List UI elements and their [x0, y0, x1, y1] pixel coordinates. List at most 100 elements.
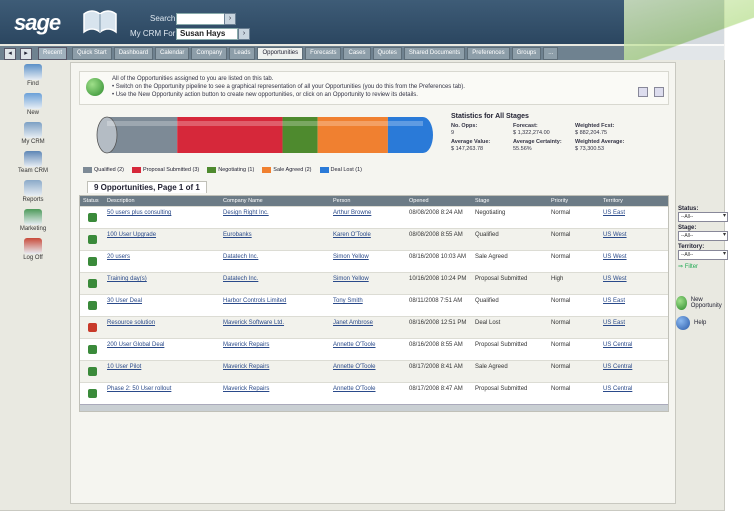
desc-cell[interactable]: Resource solution: [104, 317, 220, 338]
desc-cell[interactable]: 200 User Global Deal: [104, 339, 220, 360]
table-row[interactable]: Phase 2: 50 User rollout Maverick Repairs…: [80, 382, 668, 404]
new-opportunity-button[interactable]: New Opportunity: [676, 296, 725, 310]
column-header-territory[interactable]: Territory: [600, 196, 666, 206]
status-filter-select[interactable]: --All--: [678, 212, 728, 222]
territory-cell[interactable]: US East: [600, 317, 666, 338]
column-header-opened[interactable]: Opened: [406, 196, 472, 206]
column-header-priority[interactable]: Priority: [548, 196, 600, 206]
tab-[interactable]: ...: [543, 47, 559, 60]
tab-leads[interactable]: Leads: [229, 47, 256, 60]
company-cell[interactable]: Eurobanks: [220, 229, 330, 250]
table-row[interactable]: 100 User Upgrade Eurobanks Karen O'Toole 08…: [80, 228, 668, 250]
stage-cell: Sale Agreed: [475, 364, 508, 370]
territory-filter-select[interactable]: --All--: [678, 250, 728, 260]
stage-filter-select[interactable]: --All--: [678, 231, 728, 241]
tab-forecasts[interactable]: Forecasts: [305, 47, 342, 60]
desc-cell[interactable]: 30 User Deal: [104, 295, 220, 316]
tab-calendar[interactable]: Calendar: [155, 47, 190, 60]
search-go-button[interactable]: ›: [224, 13, 236, 25]
tab-shared-documents[interactable]: Shared Documents: [403, 47, 466, 60]
status-cell: [80, 383, 104, 404]
person-cell[interactable]: Annette O'Toole: [330, 383, 406, 404]
sidebar-item-log-off[interactable]: Log Off: [10, 238, 56, 261]
company-cell[interactable]: Harbor Controls Limited: [220, 295, 330, 316]
sidebar-item-find[interactable]: Find: [10, 64, 56, 87]
table-row[interactable]: 50 users plus consulting Design Right Inc…: [80, 206, 668, 228]
person-cell[interactable]: Annette O'Toole: [330, 361, 406, 382]
territory-cell[interactable]: US Central: [600, 339, 666, 360]
territory-cell[interactable]: US East: [600, 207, 666, 228]
sidebar-item-reports[interactable]: Reports: [10, 180, 56, 203]
company-cell[interactable]: Maverick Repairs: [220, 339, 330, 360]
sidebar-item-new[interactable]: New: [10, 93, 56, 116]
new-opportunity-label: New Opportunity: [690, 297, 722, 309]
person-cell[interactable]: Annette O'Toole: [330, 339, 406, 360]
tab-quotes[interactable]: Quotes: [372, 47, 402, 60]
legend-label: Proposal Submitted (3): [142, 167, 200, 173]
person-cell[interactable]: Janet Ambrose: [330, 317, 406, 338]
territory-cell[interactable]: US West: [600, 229, 666, 250]
person-cell[interactable]: Simon Yellow: [330, 273, 406, 294]
desc-cell[interactable]: Training day(s): [104, 273, 220, 294]
sidebar-item-label: Reports: [22, 197, 44, 203]
recent-button[interactable]: Recent: [38, 47, 68, 60]
person-cell[interactable]: Karen O'Toole: [330, 229, 406, 250]
tab-opportunities[interactable]: Opportunities: [257, 47, 304, 60]
column-header-stage[interactable]: Stage: [472, 196, 548, 206]
help-mini-icon[interactable]: [637, 87, 648, 97]
desc-cell[interactable]: 100 User Upgrade: [104, 229, 220, 250]
find-icon: [24, 64, 42, 80]
tab-dashboard[interactable]: Dashboard: [113, 47, 154, 60]
close-mini-icon[interactable]: [654, 87, 664, 97]
back-button[interactable]: ◂: [4, 48, 16, 60]
book-icon: [83, 10, 117, 34]
filter-button[interactable]: ⇒ Filter: [678, 263, 728, 270]
desc-cell[interactable]: 50 users plus consulting: [104, 207, 220, 228]
desc-cell[interactable]: Phase 2: 50 User rollout: [104, 383, 220, 404]
status-cell: [80, 251, 104, 272]
company-cell[interactable]: Datatech Inc.: [220, 273, 330, 294]
statistic-cell: No. Opps: 9: [451, 123, 513, 137]
territory-cell[interactable]: US Central: [600, 383, 666, 404]
search-input[interactable]: [176, 13, 228, 25]
column-header-company-name[interactable]: Company Name: [220, 196, 330, 206]
main-tabs: Quick Start Dashboard Calendar Company Leads…: [72, 47, 560, 60]
person-cell[interactable]: Tony Smith: [330, 295, 406, 316]
user-select-go-button[interactable]: ›: [238, 28, 250, 40]
tab-groups[interactable]: Groups: [511, 47, 542, 60]
opportunity-pipeline[interactable]: [95, 115, 435, 155]
person-cell[interactable]: Arthur Browne: [330, 207, 406, 228]
desc-cell[interactable]: 10 User Pilot: [104, 361, 220, 382]
territory-cell[interactable]: US Central: [600, 361, 666, 382]
table-row[interactable]: 20 users Datatech Inc. Simon Yellow 08/16/2…: [80, 250, 668, 272]
table-row[interactable]: 30 User Deal Harbor Controls Limited Tony …: [80, 294, 668, 316]
tab-preferences[interactable]: Preferences: [467, 47, 510, 60]
tab-quick-start[interactable]: Quick Start: [72, 47, 112, 60]
territory-cell[interactable]: US East: [600, 295, 666, 316]
company-cell[interactable]: Maverick Repairs: [220, 361, 330, 382]
table-row[interactable]: 200 User Global Deal Maverick Repairs Anne…: [80, 338, 668, 360]
territory-cell[interactable]: US West: [600, 251, 666, 272]
sidebar-item-marketing[interactable]: Marketing: [10, 209, 56, 232]
priority-cell: Normal: [551, 386, 571, 392]
company-cell[interactable]: Design Right Inc.: [220, 207, 330, 228]
company-cell[interactable]: Maverick Software Ltd.: [220, 317, 330, 338]
desc-cell[interactable]: 20 users: [104, 251, 220, 272]
forward-button[interactable]: ▸: [20, 48, 32, 60]
table-row[interactable]: Training day(s) Datatech Inc. Simon Yellow…: [80, 272, 668, 294]
column-header-person[interactable]: Person: [330, 196, 406, 206]
table-row[interactable]: Resource solution Maverick Software Ltd. J…: [80, 316, 668, 338]
column-header-description[interactable]: Description: [104, 196, 220, 206]
table-row[interactable]: 10 User Pilot Maverick Repairs Annette O'T…: [80, 360, 668, 382]
column-header-status[interactable]: Status: [80, 196, 104, 206]
territory-cell[interactable]: US West: [600, 273, 666, 294]
company-cell[interactable]: Datatech Inc.: [220, 251, 330, 272]
sidebar-item-my-crm[interactable]: My CRM: [10, 122, 56, 145]
sidebar-item-team-crm[interactable]: Team CRM: [10, 151, 56, 174]
tab-company[interactable]: Company: [191, 47, 228, 60]
user-select[interactable]: Susan Hays: [176, 28, 238, 40]
company-cell[interactable]: Maverick Repairs: [220, 383, 330, 404]
help-button[interactable]: Help: [676, 316, 706, 330]
person-cell[interactable]: Simon Yellow: [330, 251, 406, 272]
tab-cases[interactable]: Cases: [343, 47, 371, 60]
